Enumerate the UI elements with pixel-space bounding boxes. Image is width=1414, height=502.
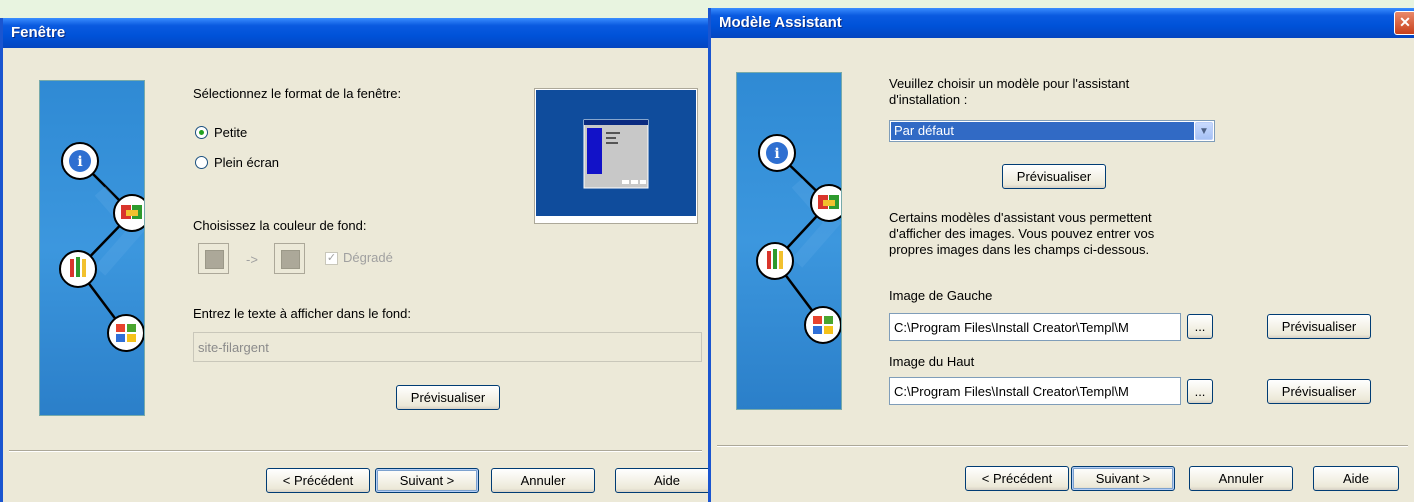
info-icon: i (758, 134, 796, 172)
left-image-input[interactable] (889, 313, 1181, 341)
preview-template-button[interactable]: Prévisualiser (1002, 164, 1106, 189)
next-button[interactable]: Suivant > (375, 468, 479, 493)
tools-icon (59, 250, 97, 288)
top-image-label: Image du Haut (889, 354, 975, 369)
wizard-steps-graphic: i (756, 134, 841, 344)
radio-petite-label[interactable]: Petite (214, 125, 247, 140)
gradient-label: Dégradé (343, 250, 393, 265)
choose-template-label-line1: Veuillez choisir un modèle pour l'assist… (889, 76, 1130, 91)
book-icon (810, 184, 841, 222)
dialog-title: Fenêtre (11, 24, 66, 41)
chevron-down-icon[interactable]: ▼ (1195, 122, 1213, 140)
arrow-text: -> (246, 252, 258, 267)
help-button[interactable]: Aide (1313, 466, 1399, 491)
dialog-title-bar[interactable]: Fenêtre (3, 18, 708, 48)
end-color-button[interactable] (274, 243, 305, 274)
back-button[interactable]: < Précédent (965, 466, 1069, 491)
help-button[interactable]: Aide (615, 468, 708, 493)
browse-left-image-button[interactable]: ... (1187, 314, 1213, 339)
wizard-side-panel: i (39, 80, 145, 416)
next-button[interactable]: Suivant > (1071, 466, 1175, 491)
back-button[interactable]: < Précédent (266, 468, 370, 493)
template-select[interactable]: Par défaut ▼ (889, 120, 1215, 142)
wizard-template-dialog: Modèle Assistant ✕ i Veuillez choisir un… (708, 8, 1414, 502)
separator (717, 445, 1408, 447)
svg-text:i: i (774, 146, 779, 162)
window-preview (534, 88, 698, 224)
choose-template-label-line2: d'installation : (889, 92, 968, 107)
wizard-side-panel: i (736, 72, 842, 410)
info-text-line1: Certains modèles d'assistant vous permet… (889, 210, 1152, 225)
tools-icon (756, 242, 794, 280)
format-label: Sélectionnez le format de la fenêtre: (193, 86, 402, 101)
radio-petite[interactable] (195, 126, 208, 139)
gradient-checkbox[interactable]: ✓ (325, 252, 338, 265)
preview-window-graphic (583, 119, 649, 189)
radio-plein-ecran[interactable] (195, 156, 208, 169)
preview-top-image-button[interactable]: Prévisualiser (1267, 379, 1371, 404)
background-text-input[interactable] (193, 332, 702, 362)
cancel-button[interactable]: Annuler (491, 468, 595, 493)
radio-plein-ecran-label[interactable]: Plein écran (214, 155, 279, 170)
book-icon (113, 194, 144, 232)
browse-top-image-button[interactable]: ... (1187, 379, 1213, 404)
preview-button[interactable]: Prévisualiser (396, 385, 500, 410)
start-color-button[interactable] (198, 243, 229, 274)
close-icon[interactable]: ✕ (1394, 11, 1414, 35)
background-text-label: Entrez le texte à afficher dans le fond: (193, 306, 412, 321)
separator (9, 450, 702, 452)
info-icon: i (61, 142, 99, 180)
windows-icon (804, 306, 841, 344)
preview-left-image-button[interactable]: Prévisualiser (1267, 314, 1371, 339)
dialog-title: Modèle Assistant (719, 14, 842, 31)
cancel-button[interactable]: Annuler (1189, 466, 1293, 491)
info-text-line3: propres images dans les champs ci-dessou… (889, 242, 1150, 257)
left-image-label: Image de Gauche (889, 288, 993, 303)
dialog-title-bar[interactable]: Modèle Assistant (711, 8, 1414, 38)
preview-desktop (536, 90, 696, 216)
background-color-label: Choisissez la couleur de fond: (193, 218, 367, 233)
template-select-value: Par défaut (891, 122, 1194, 140)
info-text-line2: d'afficher des images. Vous pouvez entre… (889, 226, 1155, 241)
window-format-dialog: Fenêtre i Sélectionnez le format de la f… (0, 18, 708, 502)
windows-icon (107, 314, 144, 352)
wizard-steps-graphic: i (59, 142, 144, 352)
svg-text:i: i (77, 154, 82, 170)
top-image-input[interactable] (889, 377, 1181, 405)
